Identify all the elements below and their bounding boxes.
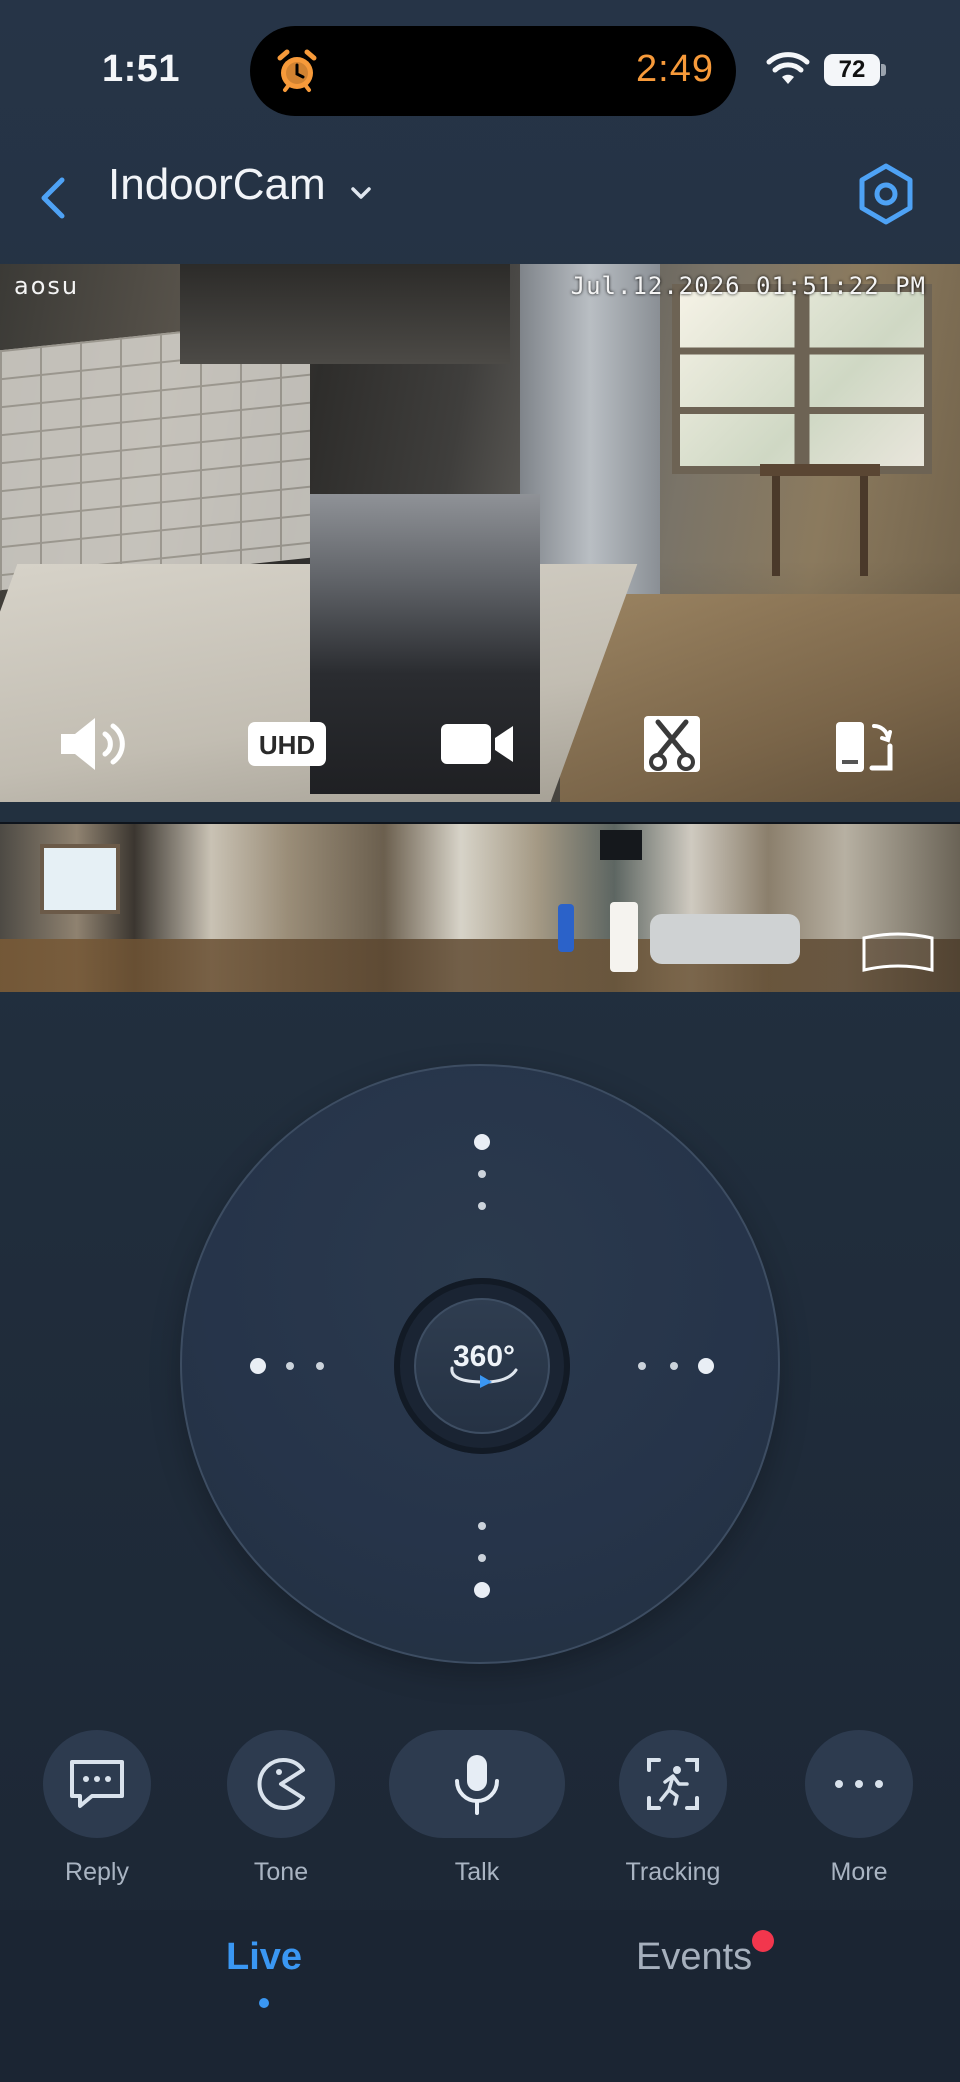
talk-label: Talk (454, 1858, 500, 1886)
scene-window (672, 284, 932, 474)
uhd-icon: UHD (248, 722, 326, 766)
events-notification-badge (752, 1930, 774, 1952)
tone-icon (257, 1758, 305, 1810)
video-timestamp: Jul.12.2026 01:51:22 PM (570, 272, 926, 300)
pano-towel (610, 902, 638, 972)
talk-button[interactable]: Talk (389, 1730, 565, 1887)
pan-right-dot[interactable] (698, 1358, 714, 1374)
talk-pill (389, 1730, 565, 1838)
rotate-360-button[interactable]: 360° (394, 1278, 570, 1454)
more-dots-icon (835, 1780, 883, 1788)
tone-button[interactable]: Tone (216, 1730, 346, 1887)
battery-indicator: 72 (824, 54, 886, 86)
chevron-down-icon[interactable] (344, 176, 378, 210)
video-controls: UHD (0, 704, 960, 794)
tracking-circle (619, 1730, 727, 1838)
scene-cabinets (180, 264, 510, 364)
active-tab-indicator (259, 1998, 269, 2008)
pan-down-dot-small (478, 1522, 486, 1530)
scene-table (760, 464, 880, 576)
battery-tip (881, 64, 886, 76)
tone-circle (227, 1730, 335, 1838)
settings-hexagon-icon[interactable] (850, 158, 922, 230)
reply-button[interactable]: Reply (32, 1730, 162, 1887)
quality-uhd-button[interactable]: UHD (242, 704, 332, 784)
more-label: More (830, 1858, 888, 1886)
timer-countdown: 2:49 (636, 48, 714, 90)
pano-window (40, 844, 120, 914)
pan-down-dot[interactable] (474, 1582, 490, 1598)
pan-left-dot-small (316, 1362, 324, 1370)
brand-watermark: aosu (14, 272, 80, 300)
pan-up-dot[interactable] (474, 1134, 490, 1150)
record-video-icon (441, 724, 513, 764)
live-video-view[interactable]: aosu Jul.12.2026 01:51:22 PM UHD (0, 264, 960, 802)
pan-right-dot-small (638, 1362, 646, 1370)
microphone-icon (455, 1755, 499, 1815)
panorama-expand-icon[interactable] (860, 930, 936, 976)
tracking-label: Tracking (625, 1858, 721, 1886)
app-root: 1:51 2:49 72 IndoorCam aosu Jul.12.2026 … (0, 0, 960, 2082)
battery-percent: 72 (838, 56, 866, 83)
record-button[interactable] (432, 704, 522, 784)
rotate-arrow-icon (450, 1366, 518, 1388)
pan-right-dot-small (670, 1362, 678, 1370)
tab-events[interactable]: Events (636, 1936, 752, 1979)
ptz-joystick[interactable]: 360° (180, 1064, 780, 1664)
pano-sofa (650, 914, 800, 964)
chat-bubble-icon (70, 1760, 124, 1808)
status-time: 1:51 (102, 48, 181, 90)
scissors-clip-icon (644, 716, 700, 772)
rotate-button[interactable] (820, 704, 910, 784)
tracking-icon (647, 1758, 699, 1810)
bottom-tab-bar: Live Events (0, 1910, 960, 2082)
mute-button[interactable] (52, 704, 142, 784)
dynamic-island[interactable]: 2:49 (250, 26, 736, 116)
pan-left-dot-small (286, 1362, 294, 1370)
alarm-clock-icon (277, 49, 317, 92)
pano-floor (0, 939, 960, 992)
panorama-preview[interactable] (0, 822, 960, 992)
more-circle (805, 1730, 913, 1838)
clip-button[interactable] (627, 704, 717, 784)
rotate-360-inner: 360° (414, 1298, 550, 1434)
rotate-screen-icon (836, 722, 893, 772)
uhd-label: UHD (259, 730, 315, 760)
pan-left-dot[interactable] (250, 1358, 266, 1374)
reply-circle (43, 1730, 151, 1838)
back-chevron-icon[interactable] (30, 162, 74, 232)
speaker-icon (61, 718, 125, 770)
pano-bottle (558, 904, 574, 952)
action-row: Reply Tone Talk Tracking More (0, 1730, 960, 1890)
status-bar: 1:51 2:49 72 (0, 0, 960, 140)
tone-label: Tone (253, 1858, 309, 1886)
tab-live[interactable]: Live (226, 1936, 302, 1979)
pan-down-dot-small (478, 1554, 486, 1562)
nav-header: IndoorCam (0, 140, 960, 260)
pano-tv (600, 830, 642, 860)
more-button[interactable]: More (794, 1730, 924, 1887)
pan-up-dot-small (478, 1170, 486, 1178)
device-title[interactable]: IndoorCam (108, 160, 326, 210)
pan-up-dot-small (478, 1202, 486, 1210)
wifi-icon (766, 52, 810, 84)
tracking-button[interactable]: Tracking (608, 1730, 738, 1887)
reply-label: Reply (65, 1858, 129, 1886)
